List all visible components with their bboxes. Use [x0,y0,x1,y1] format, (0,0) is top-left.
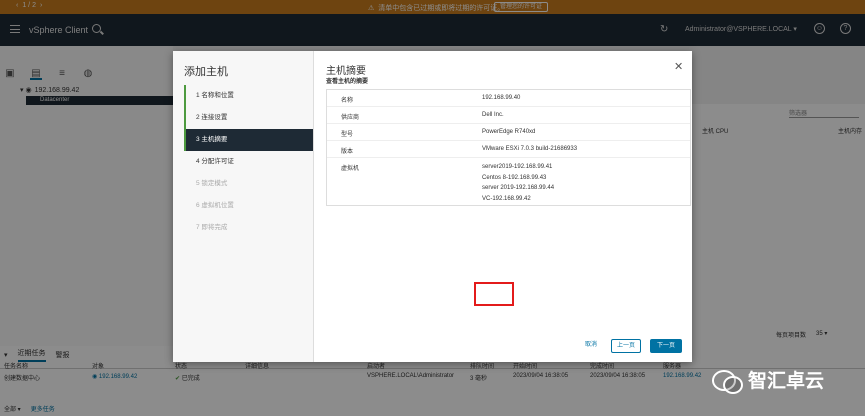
summary-value: 192.168.99.40 [482,95,521,101]
summary-row-model: 型号 PowerEdge R740xd [327,124,690,141]
next-button-highlight [474,282,514,306]
wizard-steps-panel: 添加主机 1 名称和位置 2 连接设置 3 主机摘要 4 分配许可证 5 锁定模… [173,51,314,362]
cancel-button[interactable]: 取消 [577,339,605,353]
summary-row-name: 名称 192.168.99.40 [327,90,690,107]
wizard-step-name-location[interactable]: 1 名称和位置 [184,85,313,107]
summary-key: 型号 [341,132,354,138]
watermark: 智汇卓云 [712,366,825,394]
content-subtitle: 查看主机的摘要 [326,79,369,85]
list-item: VC-192.168.99.42 [482,195,531,202]
watermark-text: 智汇卓云 [748,370,825,392]
list-item: server 2019-192.168.99.44 [482,185,555,191]
next-button[interactable]: 下一页 [650,339,682,353]
summary-row-vms: 虚拟机 server2019-192.168.99.41 Centos 8-19… [327,158,690,206]
summary-key: 名称 [341,98,354,104]
add-host-dialog: 添加主机 1 名称和位置 2 连接设置 3 主机摘要 4 分配许可证 5 锁定模… [173,51,692,362]
summary-key: 虚拟机 [341,166,360,172]
dialog-title: 添加主机 [184,66,228,78]
wizard-step-lockdown: 5 锁定模式 [196,180,228,187]
summary-value: Dell Inc. [482,112,504,118]
host-summary-table: 名称 192.168.99.40 供应商 Dell Inc. 型号 PowerE… [326,89,691,206]
list-item: Centos 8-192.168.99.43 [482,174,547,181]
wizard-step-connection[interactable]: 2 连接设置 [184,107,313,129]
summary-row-vendor: 供应商 Dell Inc. [327,107,690,124]
vm-list: server2019-192.168.99.41 Centos 8-192.16… [482,162,554,204]
close-icon[interactable]: ✕ [674,62,683,73]
summary-key: 版本 [341,149,354,155]
list-item: server2019-192.168.99.41 [482,164,553,170]
summary-key: 供应商 [341,115,360,121]
summary-value: VMware ESXi 7.0.3 build-21686933 [482,146,578,152]
content-title: 主机摘要 [326,66,366,77]
wechat-logo-icon [712,368,743,394]
summary-row-version: 版本 VMware ESXi 7.0.3 build-21686933 [327,141,690,158]
wizard-step-ready: 7 即将完成 [196,224,228,231]
wizard-step-vm-location: 6 虚拟机位置 [196,202,234,209]
wizard-step-host-summary[interactable]: 3 主机摘要 [184,129,313,151]
wizard-step-license[interactable]: 4 分配许可证 [184,151,313,173]
summary-value: PowerEdge R740xd [482,129,536,135]
wizard-content: 主机摘要 查看主机的摘要 ✕ 名称 192.168.99.40 供应商 Dell… [314,51,692,362]
back-button[interactable]: 上一页 [611,339,641,353]
